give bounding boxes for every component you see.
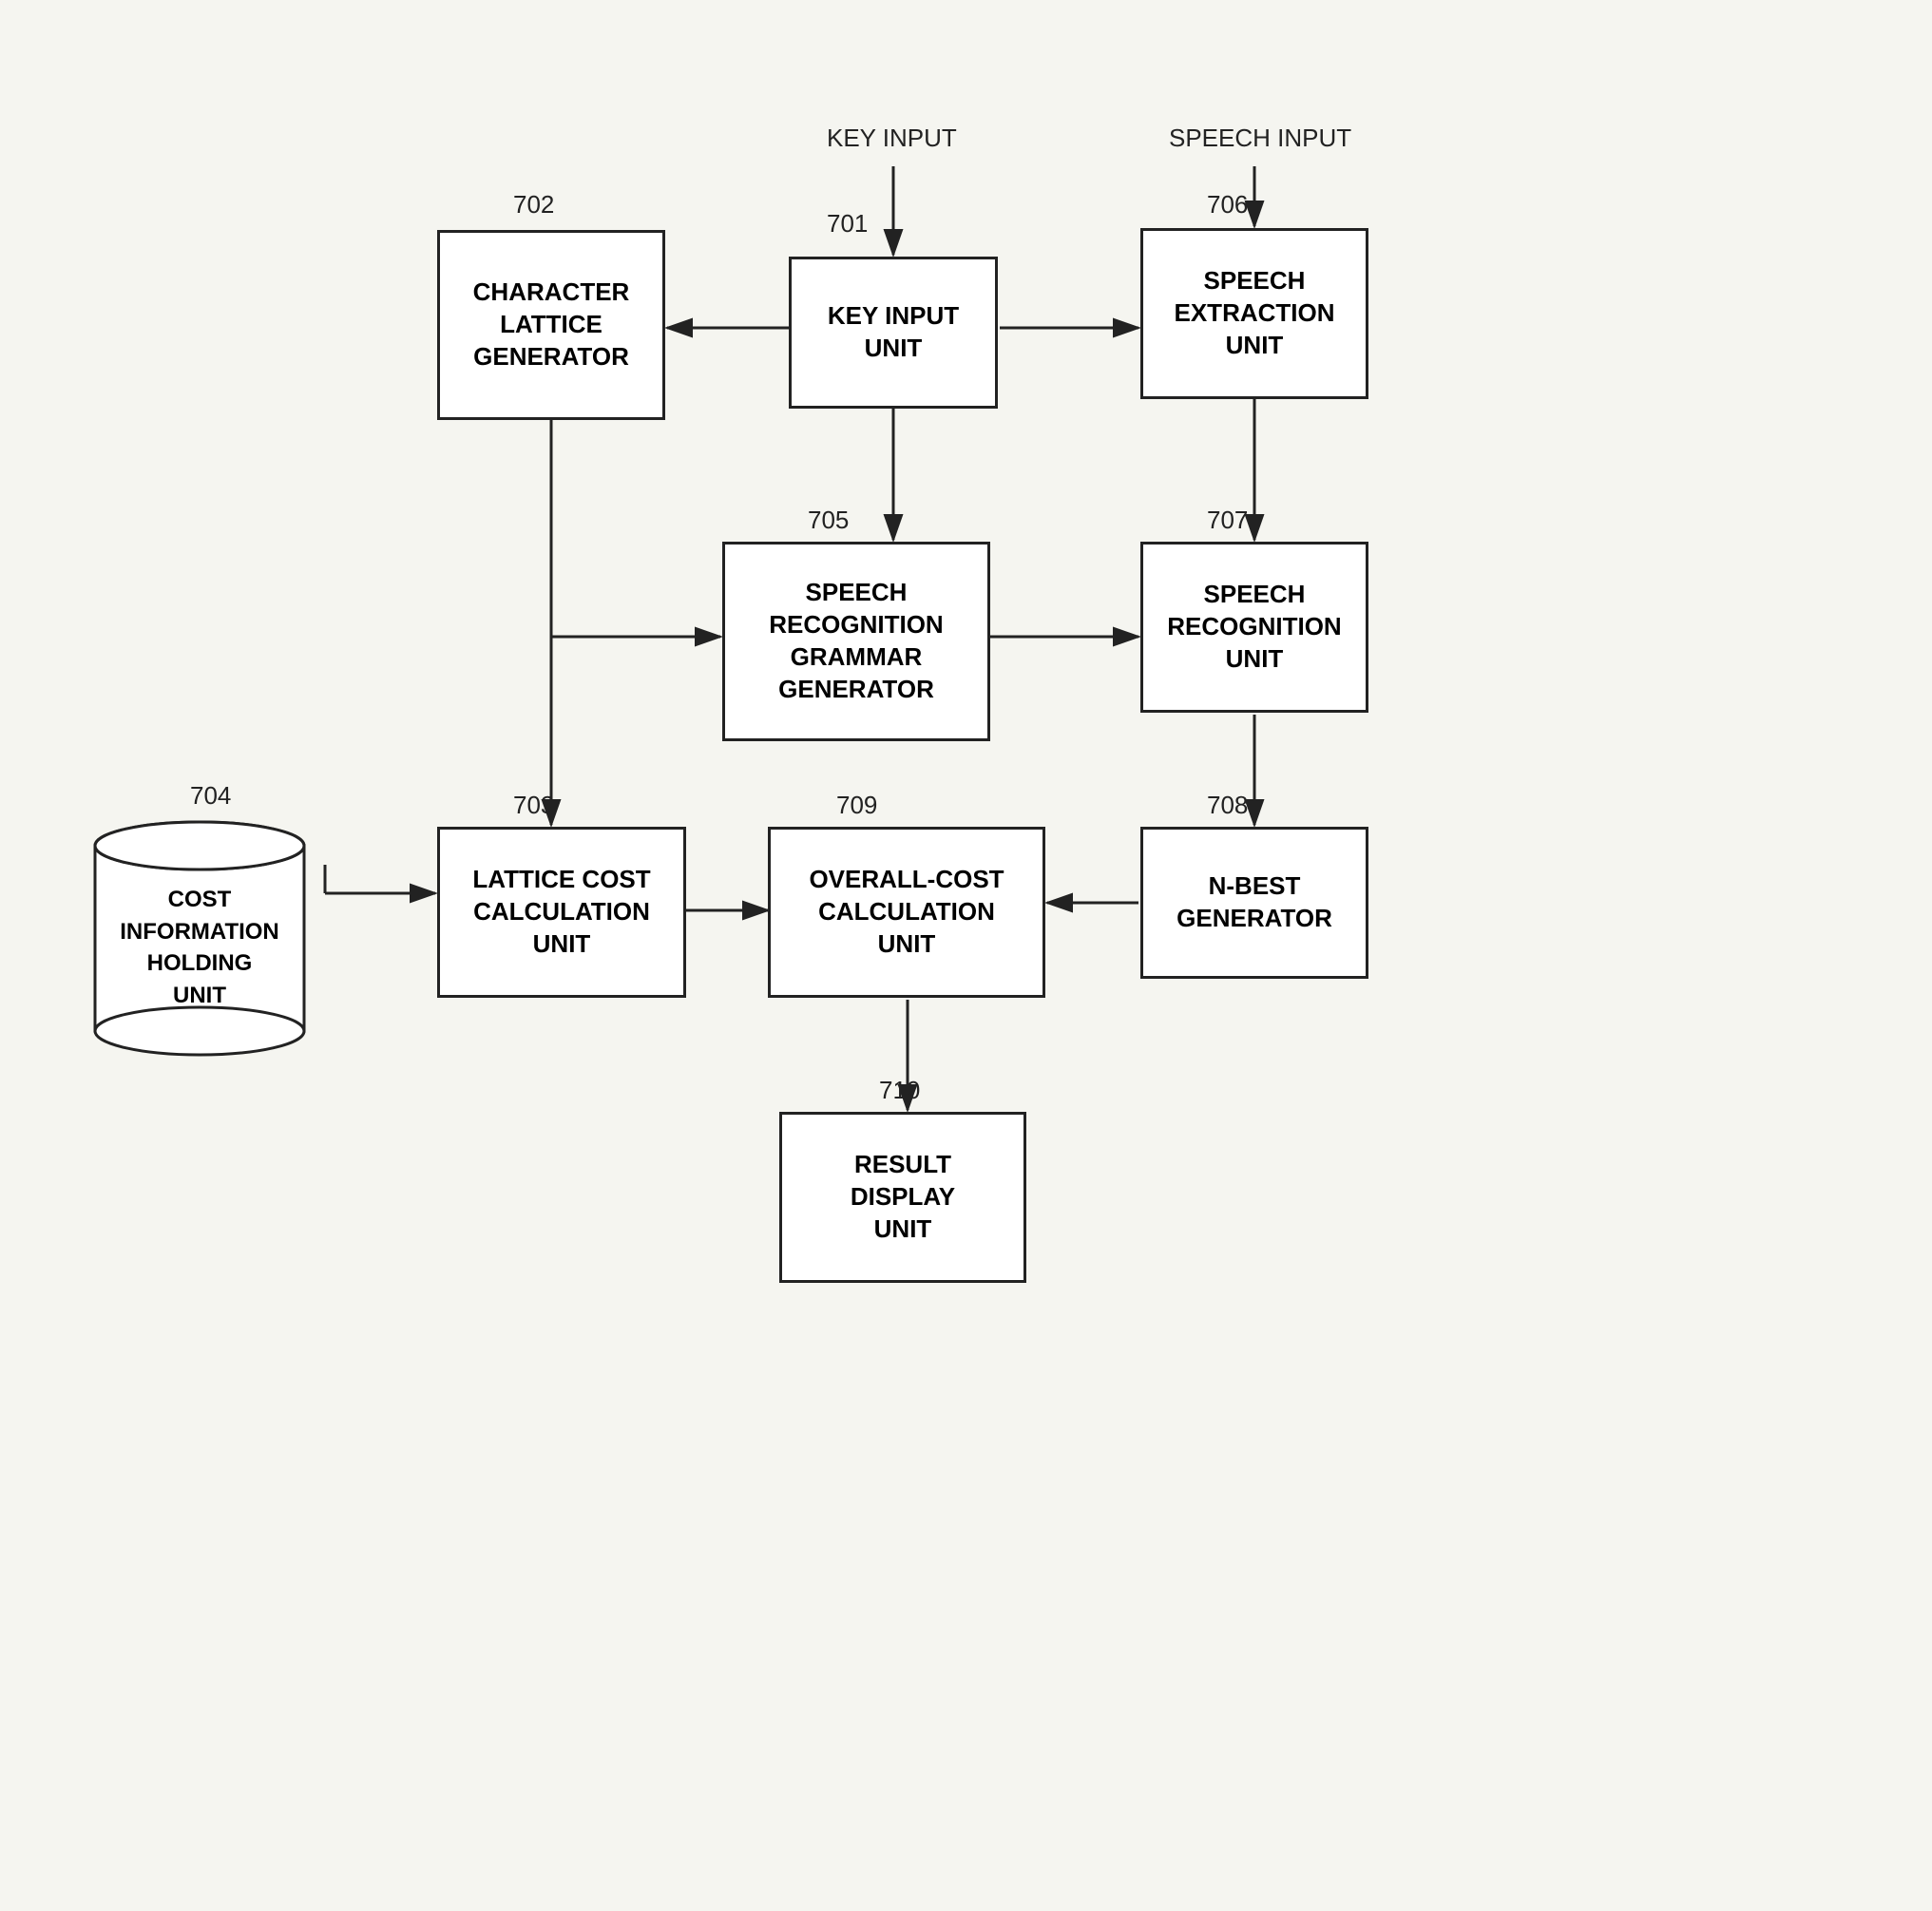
character-lattice-generator-block: CHARACTERLATTICEGENERATOR — [437, 230, 665, 420]
speech-input-label: SPEECH INPUT — [1169, 124, 1351, 153]
lattice-cost-calculation-unit-label: LATTICE COSTCALCULATIONUNIT — [472, 864, 650, 960]
label-705: 705 — [808, 506, 849, 535]
label-706: 706 — [1207, 190, 1248, 220]
label-709: 709 — [836, 791, 877, 820]
speech-recognition-grammar-generator-block: SPEECHRECOGNITIONGRAMMARGENERATOR — [722, 542, 990, 741]
label-702: 702 — [513, 190, 554, 220]
label-707: 707 — [1207, 506, 1248, 535]
label-708: 708 — [1207, 791, 1248, 820]
label-704: 704 — [190, 781, 231, 811]
overall-cost-calculation-unit-block: OVERALL-COSTCALCULATIONUNIT — [768, 827, 1045, 998]
speech-extraction-unit-label: SPEECHEXTRACTIONUNIT — [1175, 265, 1335, 361]
label-701: 701 — [827, 209, 868, 239]
nbest-generator-block: N-BESTGENERATOR — [1140, 827, 1368, 979]
lattice-cost-calculation-unit-block: LATTICE COSTCALCULATIONUNIT — [437, 827, 686, 998]
cost-information-holding-unit-cylinder: COSTINFORMATIONHOLDINGUNIT — [86, 808, 314, 1064]
speech-extraction-unit-block: SPEECHEXTRACTIONUNIT — [1140, 228, 1368, 399]
result-display-unit-block: RESULTDISPLAYUNIT — [779, 1112, 1026, 1283]
speech-recognition-unit-label: SPEECHRECOGNITIONUNIT — [1167, 579, 1341, 675]
nbest-generator-label: N-BESTGENERATOR — [1176, 870, 1332, 935]
cost-information-holding-unit-label: COSTINFORMATIONHOLDINGUNIT — [86, 865, 314, 1030]
speech-recognition-unit-block: SPEECHRECOGNITIONUNIT — [1140, 542, 1368, 713]
speech-recognition-grammar-generator-label: SPEECHRECOGNITIONGRAMMARGENERATOR — [769, 577, 943, 705]
result-display-unit-label: RESULTDISPLAYUNIT — [851, 1149, 955, 1245]
key-input-unit-label: KEY INPUTUNIT — [828, 300, 959, 365]
label-710: 710 — [879, 1076, 920, 1105]
key-input-label: KEY INPUT — [827, 124, 957, 153]
character-lattice-generator-label: CHARACTERLATTICEGENERATOR — [473, 277, 630, 373]
label-703: 703 — [513, 791, 554, 820]
diagram-container: 701 702 703 704 705 706 707 708 709 710 … — [0, 0, 1932, 1911]
key-input-unit-block: KEY INPUTUNIT — [789, 257, 998, 409]
overall-cost-calculation-unit-label: OVERALL-COSTCALCULATIONUNIT — [809, 864, 1004, 960]
